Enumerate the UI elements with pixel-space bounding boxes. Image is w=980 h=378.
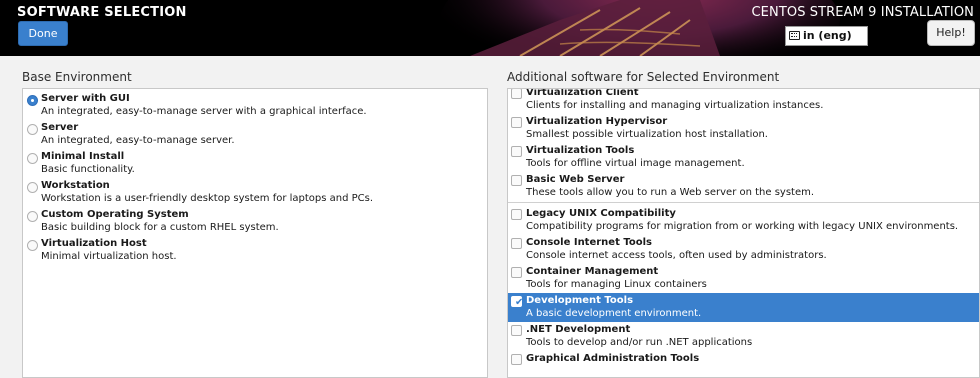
env-name: Server bbox=[41, 122, 79, 133]
addon-name: Virtualization Tools bbox=[526, 145, 635, 156]
addon-name: Basic Web Server bbox=[526, 174, 625, 185]
addon-item-basic-web-server[interactable]: Basic Web Server These tools allow you t… bbox=[508, 172, 979, 201]
page-title: SOFTWARE SELECTION bbox=[17, 5, 187, 20]
keyboard-layout-indicator[interactable]: in (eng) bbox=[785, 26, 868, 46]
addon-name: .NET Development bbox=[526, 324, 631, 335]
addon-item-console-internet-tools[interactable]: Console Internet Tools Console internet … bbox=[508, 235, 979, 264]
checkbox[interactable] bbox=[511, 354, 522, 365]
additional-software-list: Virtualization Client Clients for instal… bbox=[507, 88, 980, 378]
checkbox[interactable] bbox=[511, 146, 522, 157]
addon-item-graphical-administration-tools[interactable]: Graphical Administration Tools bbox=[508, 351, 979, 377]
env-name: Server with GUI bbox=[41, 93, 130, 104]
addon-item-virtualization-tools[interactable]: Virtualization Tools Tools for offline v… bbox=[508, 143, 979, 172]
help-button[interactable]: Help! bbox=[927, 20, 975, 46]
radio-button[interactable] bbox=[27, 153, 38, 164]
addon-name: Console Internet Tools bbox=[526, 237, 652, 248]
addon-name: Virtualization Client bbox=[526, 88, 639, 98]
addon-name: Container Management bbox=[526, 266, 659, 277]
radio-button[interactable] bbox=[27, 124, 38, 135]
env-item-server-with-gui[interactable]: Server with GUI An integrated, easy-to-m… bbox=[23, 91, 487, 120]
checkbox[interactable] bbox=[511, 117, 522, 128]
env-description: An integrated, easy-to-manage server wit… bbox=[41, 106, 367, 117]
checkbox[interactable] bbox=[511, 325, 522, 336]
checkbox[interactable] bbox=[511, 175, 522, 186]
env-item-server[interactable]: Server An integrated, easy-to-manage ser… bbox=[23, 120, 487, 149]
checkmark-icon: ✔ bbox=[515, 297, 524, 308]
checkbox[interactable] bbox=[511, 89, 522, 99]
env-name: Custom Operating System bbox=[41, 209, 189, 220]
base-environment-heading: Base Environment bbox=[22, 70, 132, 84]
env-description: Basic functionality. bbox=[41, 164, 135, 175]
keyboard-icon bbox=[789, 31, 800, 40]
env-name: Workstation bbox=[41, 180, 110, 191]
addon-name: Development Tools bbox=[526, 295, 634, 306]
addon-description: Compatibility programs for migration fro… bbox=[526, 221, 959, 232]
env-description: Basic building block for a custom RHEL s… bbox=[41, 222, 279, 233]
env-description: An integrated, easy-to-manage server. bbox=[41, 135, 235, 146]
addon-item-virtualization-hypervisor[interactable]: Virtualization Hypervisor Smallest possi… bbox=[508, 114, 979, 143]
list-separator bbox=[508, 202, 979, 203]
addon-description: Tools to develop and/or run .NET applica… bbox=[526, 337, 753, 348]
radio-button[interactable] bbox=[27, 240, 38, 251]
addon-description: These tools allow you to run a Web serve… bbox=[526, 187, 815, 198]
addon-description: A basic development environment. bbox=[526, 308, 702, 319]
keyboard-layout-label: in (eng) bbox=[803, 29, 852, 42]
header-bar: SOFTWARE SELECTION Done CENTOS STREAM 9 … bbox=[0, 0, 980, 56]
addon-name: Graphical Administration Tools bbox=[526, 353, 700, 364]
env-description: Workstation is a user-friendly desktop s… bbox=[41, 193, 374, 204]
addon-description: Smallest possible virtualization host in… bbox=[526, 129, 768, 140]
addon-name: Legacy UNIX Compatibility bbox=[526, 208, 676, 219]
checkbox[interactable]: ✔ bbox=[511, 296, 524, 308]
addon-item-legacy-unix-compatibility[interactable]: Legacy UNIX Compatibility Compatibility … bbox=[508, 206, 979, 235]
addon-item-virtualization-client[interactable]: Virtualization Client Clients for instal… bbox=[508, 88, 979, 114]
product-title: CENTOS STREAM 9 INSTALLATION bbox=[751, 5, 974, 20]
addon-item-container-management[interactable]: Container Management Tools for managing … bbox=[508, 264, 979, 293]
env-item-minimal-install[interactable]: Minimal Install Basic functionality. bbox=[23, 149, 487, 178]
radio-button[interactable] bbox=[27, 211, 38, 222]
addon-item-dotnet-development[interactable]: .NET Development Tools to develop and/or… bbox=[508, 322, 979, 351]
env-item-virtualization-host[interactable]: Virtualization Host Minimal virtualizati… bbox=[23, 236, 487, 265]
env-name: Virtualization Host bbox=[41, 238, 147, 249]
addon-name: Virtualization Hypervisor bbox=[526, 116, 668, 127]
env-item-workstation[interactable]: Workstation Workstation is a user-friend… bbox=[23, 178, 487, 207]
checkbox[interactable] bbox=[511, 209, 522, 220]
radio-button[interactable] bbox=[27, 182, 38, 193]
addon-item-development-tools[interactable]: ✔ Development Tools A basic development … bbox=[508, 293, 979, 322]
addon-description: Console internet access tools, often use… bbox=[526, 250, 827, 261]
additional-software-heading: Additional software for Selected Environ… bbox=[507, 70, 780, 84]
radio-button[interactable] bbox=[27, 95, 38, 106]
addon-description: Tools for offline virtual image manageme… bbox=[526, 158, 745, 169]
done-button[interactable]: Done bbox=[18, 21, 68, 46]
addon-description: Clients for installing and managing virt… bbox=[526, 100, 824, 111]
env-item-custom-operating-system[interactable]: Custom Operating System Basic building b… bbox=[23, 207, 487, 236]
env-description: Minimal virtualization host. bbox=[41, 251, 177, 262]
base-environment-list: Server with GUI An integrated, easy-to-m… bbox=[22, 88, 488, 378]
checkbox[interactable] bbox=[511, 267, 522, 278]
env-name: Minimal Install bbox=[41, 151, 125, 162]
checkbox[interactable] bbox=[511, 238, 522, 249]
addon-description: Tools for managing Linux containers bbox=[526, 279, 707, 290]
